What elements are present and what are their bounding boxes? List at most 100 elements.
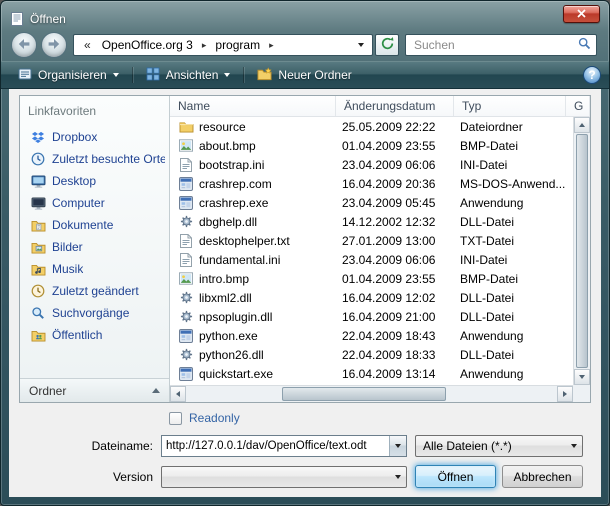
chevron-up-icon xyxy=(152,388,160,393)
file-row[interactable]: python.exe22.04.2009 18:43Anwendung xyxy=(170,326,573,345)
vertical-scrollbar[interactable] xyxy=(573,117,590,385)
file-name: libxml2.dll xyxy=(199,291,252,305)
breadcrumb-item[interactable]: OpenOffice.org 3 xyxy=(95,38,200,52)
sidebar-item-label: Dropbox xyxy=(52,130,97,144)
titlebar[interactable]: Öffnen xyxy=(1,1,609,31)
new-folder-label: Neuer Ordner xyxy=(278,68,351,82)
file-row[interactable]: resource25.05.2009 22:22Dateiordner xyxy=(170,117,573,136)
sidebar-item-computer[interactable]: Computer xyxy=(20,192,169,214)
recent-changes-icon xyxy=(30,284,46,298)
close-icon xyxy=(577,7,586,21)
triangle-up-icon xyxy=(579,123,585,127)
file-row[interactable]: fundamental.ini23.04.2009 06:06INI-Datei xyxy=(170,250,573,269)
back-button[interactable] xyxy=(11,32,37,58)
sidebar-item-dokumente[interactable]: Dokumente xyxy=(20,214,169,236)
filename-combobox[interactable] xyxy=(161,435,407,457)
file-type: MS-DOS-Anwend... xyxy=(454,177,566,191)
filetype-combobox[interactable]: Alle Dateien (*.*) xyxy=(415,435,583,457)
file-type: Anwendung xyxy=(454,367,566,381)
file-type: DLL-Datei xyxy=(454,291,566,305)
filetype-value: Alle Dateien (*.*) xyxy=(423,439,565,453)
cancel-button[interactable]: Abbrechen xyxy=(502,465,583,488)
file-row[interactable]: desktophelper.txt27.01.2009 13:00TXT-Dat… xyxy=(170,231,573,250)
open-button[interactable]: Öffnen xyxy=(415,465,496,488)
file-row[interactable]: intro.bmp01.04.2009 23:55BMP-Datei xyxy=(170,269,573,288)
readonly-label[interactable]: Readonly xyxy=(189,411,240,425)
triangle-left-icon xyxy=(176,391,180,397)
breadcrumb-separator-icon[interactable]: ▸ xyxy=(200,40,209,51)
sidebar-item-bilder[interactable]: Bilder xyxy=(20,236,169,258)
file-row[interactable]: dbghelp.dll14.12.2002 12:32DLL-Datei xyxy=(170,212,573,231)
version-combobox[interactable] xyxy=(161,466,407,488)
scroll-left-button[interactable] xyxy=(170,386,186,402)
refresh-button[interactable] xyxy=(375,34,399,56)
file-type: INI-Datei xyxy=(454,158,566,172)
file-row[interactable]: libxml2.dll16.04.2009 12:02DLL-Datei xyxy=(170,288,573,307)
filename-row: Dateiname: Alle Dateien (*.*) xyxy=(19,434,591,457)
file-name: intro.bmp xyxy=(199,272,249,286)
file-type: TXT-Datei xyxy=(454,234,566,248)
filename-dropdown-button[interactable] xyxy=(389,436,406,456)
search-input[interactable] xyxy=(412,37,578,53)
breadcrumb-overflow-chevron[interactable]: « xyxy=(80,38,95,52)
file-row[interactable]: crashrep.com16.04.2009 20:36MS-DOS-Anwen… xyxy=(170,174,573,193)
sidebar-item-dropbox[interactable]: Dropbox xyxy=(20,126,169,148)
sidebar-item-zuletzt-geändert[interactable]: Zuletzt geändert xyxy=(20,280,169,302)
horizontal-scroll-thumb[interactable] xyxy=(282,387,445,401)
column-header-typ[interactable]: Typ xyxy=(454,96,566,116)
scroll-right-button[interactable] xyxy=(557,386,573,402)
breadcrumb-item[interactable]: program xyxy=(208,38,267,52)
file-row[interactable]: about.bmp01.04.2009 23:55BMP-Datei xyxy=(170,136,573,155)
breadcrumb[interactable]: « OpenOffice.org 3▸program▸ xyxy=(73,34,373,56)
horizontal-scroll-track[interactable] xyxy=(186,386,557,402)
breadcrumb-dropdown-icon[interactable] xyxy=(354,43,368,47)
column-header-g[interactable]: G xyxy=(566,96,590,116)
action-buttons: Öffnen Abbrechen xyxy=(415,465,583,488)
folder-icon xyxy=(178,120,194,133)
readonly-checkbox[interactable] xyxy=(169,412,182,425)
close-button[interactable] xyxy=(563,5,600,23)
horizontal-scrollbar[interactable] xyxy=(170,385,573,402)
vertical-scroll-thumb[interactable] xyxy=(576,134,588,368)
sidebar-item-suchvorgänge[interactable]: Suchvorgänge xyxy=(20,302,169,324)
dropbox-icon xyxy=(30,131,46,144)
file-date: 22.04.2009 18:33 xyxy=(336,348,454,362)
file-row[interactable]: python26.dll22.04.2009 18:33DLL-Datei xyxy=(170,345,573,364)
file-name: fundamental.ini xyxy=(199,253,280,267)
file-type: DLL-Datei xyxy=(454,348,566,362)
sidebar-item-desktop[interactable]: Desktop xyxy=(20,170,169,192)
file-row[interactable]: crashrep.exe23.04.2009 05:45Anwendung xyxy=(170,193,573,212)
file-row[interactable]: quickstart.exe16.04.2009 13:14Anwendung xyxy=(170,364,573,383)
readonly-row: Readonly xyxy=(169,410,591,426)
scroll-down-button[interactable] xyxy=(574,369,590,385)
documents-icon xyxy=(30,219,46,232)
folders-expander[interactable]: Ordner xyxy=(20,378,169,402)
file-row[interactable]: bootstrap.ini23.04.2009 06:06INI-Datei xyxy=(170,155,573,174)
views-button[interactable]: Ansichten xyxy=(137,64,240,87)
sidebar-item-musik[interactable]: Musik xyxy=(20,258,169,280)
filetype-dropdown-button[interactable] xyxy=(565,436,582,456)
breadcrumb-separator-icon[interactable]: ▸ xyxy=(267,40,276,51)
file-row[interactable]: npsoplugin.dll16.04.2009 21:00DLL-Datei xyxy=(170,307,573,326)
recent-places-icon xyxy=(30,152,46,166)
sidebar-item-label: Zuletzt geändert xyxy=(52,284,139,298)
column-header-änderungsdatum[interactable]: Änderungsdatum xyxy=(336,96,454,116)
scroll-up-button[interactable] xyxy=(574,117,590,133)
organize-button[interactable]: Organisieren xyxy=(9,64,128,87)
dialog-body: Linkfavoriten DropboxZuletzt besuchte Or… xyxy=(9,89,601,497)
file-name: about.bmp xyxy=(199,139,256,153)
search-box[interactable] xyxy=(405,34,597,56)
help-button[interactable]: ? xyxy=(583,66,601,84)
new-folder-button[interactable]: Neuer Ordner xyxy=(248,64,360,87)
sidebar-item-öffentlich[interactable]: Öffentlich xyxy=(20,324,169,346)
version-dropdown-button[interactable] xyxy=(389,467,406,487)
filename-input[interactable] xyxy=(162,440,389,452)
version-label: Version xyxy=(19,470,161,484)
image-file-icon xyxy=(178,139,194,152)
window-icon xyxy=(10,12,24,26)
forward-button[interactable] xyxy=(41,32,67,58)
column-header-name[interactable]: Name xyxy=(170,96,336,116)
chevron-down-icon xyxy=(571,444,577,448)
command-toolbar: Organisieren Ansichten Neuer Ordner ? xyxy=(1,61,609,89)
sidebar-item-zuletzt-besuchte-orte[interactable]: Zuletzt besuchte Orte xyxy=(20,148,169,170)
